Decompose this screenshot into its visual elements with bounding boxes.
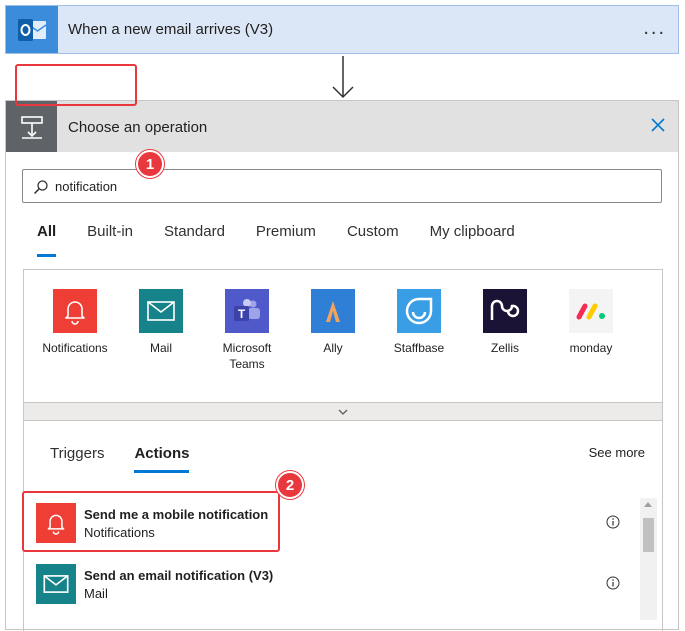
action-name: Send me a mobile notification [84,507,269,522]
tab-standard[interactable]: Standard [164,223,225,255]
connector-label: Zellis [490,341,519,355]
action-name: Send an email notification (V3) [84,568,274,583]
category-tabs: All Built-in Standard Premium Custom My … [37,223,546,257]
connector-label: Notifications [42,341,108,355]
ally-icon [311,289,355,333]
tab-actions[interactable]: Actions [134,445,190,473]
panel-title: Choose an operation [68,119,208,136]
connector-ally[interactable]: Ally [294,289,372,356]
connector-label: Microsoft Teams [222,341,272,371]
connector-microsoft-teams[interactable]: T Microsoft Teams [208,289,286,372]
actions-scrollbar[interactable] [640,498,657,620]
connector-mail[interactable]: Mail [122,289,200,356]
scroll-up-icon[interactable] [644,502,652,507]
connector-staffbase[interactable]: Staffbase [380,289,458,356]
staffbase-icon [397,289,441,333]
operation-icon [6,101,57,152]
send-mobile-notification-action[interactable]: Send me a mobile notification Notificati… [34,501,634,545]
close-icon[interactable] [648,115,668,135]
info-icon[interactable] [606,576,620,590]
svg-text:T: T [238,307,246,321]
panel-header: Choose an operation [6,101,678,152]
scrollbar-thumb[interactable] [643,518,654,552]
trigger-action-tabs: Triggers Actions [50,445,219,473]
bell-icon [36,503,76,543]
choose-operation-panel: Choose an operation All Built-in Standar… [5,100,679,631]
tab-my-clipboard[interactable]: My clipboard [430,223,515,255]
trigger-card[interactable]: When a new email arrives (V3) ... [5,5,679,54]
flow-arrow-icon [332,56,354,99]
connector-label: Ally [323,341,343,355]
connector-zellis[interactable]: Zellis [466,289,544,356]
tab-custom[interactable]: Custom [347,223,399,255]
envelope-icon [36,564,76,604]
search-input[interactable] [55,176,645,196]
bell-icon [53,289,97,333]
connector-grid: Notifications Mail T Microsoft Teams All… [23,269,663,402]
expand-connectors-button[interactable] [23,402,663,421]
annotation-badge-2: 2 [276,471,304,499]
more-options-icon[interactable]: ... [643,17,666,40]
annotation-badge-1: 1 [136,150,164,178]
teams-icon: T [225,289,269,333]
connector-label: Mail [149,341,172,355]
monday-icon [569,289,613,333]
tab-all[interactable]: All [37,223,57,257]
trigger-title: When a new email arrives (V3) [68,21,274,38]
outlook-icon [6,6,58,53]
search-icon [33,180,48,195]
envelope-icon [139,289,183,333]
chevron-down-icon [338,409,348,415]
connector-monday[interactable]: monday [552,289,630,356]
tab-triggers[interactable]: Triggers [50,445,104,471]
send-email-notification-action[interactable]: Send an email notification (V3) Mail [34,562,634,606]
search-box[interactable] [22,169,662,203]
zellis-icon [483,289,527,333]
tab-built-in[interactable]: Built-in [87,223,133,255]
action-connector: Notifications [84,525,155,540]
connector-notifications[interactable]: Notifications [36,289,114,356]
info-icon[interactable] [606,515,620,529]
connector-label: monday [569,341,613,355]
see-more-link[interactable]: See more [589,445,645,460]
tab-premium[interactable]: Premium [256,223,316,255]
connector-label: Staffbase [393,341,445,355]
action-connector: Mail [84,586,108,601]
